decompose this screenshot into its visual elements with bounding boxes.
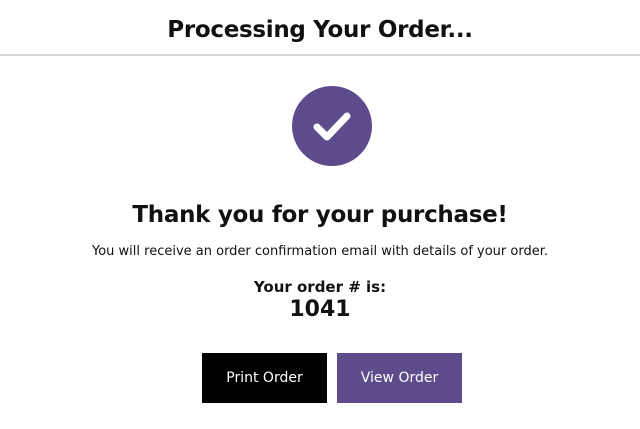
page-title: Processing Your Order...: [167, 17, 473, 43]
checkmark-icon: [313, 112, 351, 141]
print-order-button[interactable]: Print Order: [202, 353, 327, 403]
confirmation-message: You will receive an order confirmation e…: [92, 244, 548, 259]
thank-you-heading: Thank you for your purchase!: [132, 202, 508, 228]
success-badge: [292, 86, 372, 166]
view-order-label: View Order: [360, 370, 439, 386]
order-number: 1041: [289, 297, 351, 322]
view-order-button[interactable]: View Order: [337, 353, 462, 403]
page-header: Processing Your Order...: [0, 0, 640, 56]
print-order-label: Print Order: [226, 370, 303, 386]
order-number-label: Your order # is:: [253, 278, 387, 296]
order-confirmation-page: Processing Your Order... Thank you for y…: [0, 0, 640, 429]
